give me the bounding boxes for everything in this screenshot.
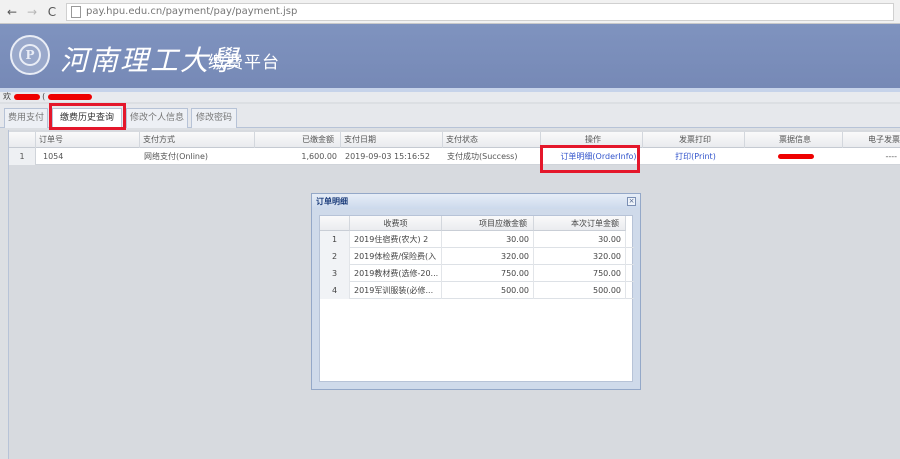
tab-edit-profile[interactable]: 修改个人信息 bbox=[126, 108, 188, 128]
header-efapiao[interactable]: 电子发票 bbox=[843, 132, 900, 148]
detail-due: 750.00 bbox=[442, 265, 534, 282]
detail-paid: 500.00 bbox=[534, 282, 626, 299]
back-icon[interactable]: ← bbox=[4, 4, 20, 20]
order-detail-table: 收费项 项目应缴金额 本次订单金额 1 2019住宿费(农大) 2 30.00 … bbox=[319, 215, 634, 382]
header-order-no[interactable]: 订单号 bbox=[36, 132, 140, 148]
university-seal-logo: P bbox=[10, 35, 50, 75]
order-detail-dialog: 订单明细 × 收费项 项目应缴金额 本次订单金额 1 2019住宿费(农大) 2… bbox=[311, 193, 641, 390]
tab-bar: 费用支付 缴费历史查询 修改个人信息 修改密码 bbox=[0, 104, 900, 129]
detail-index: 1 bbox=[320, 231, 350, 248]
close-icon[interactable]: × bbox=[627, 197, 636, 206]
table-row[interactable]: 4 2019军训服装(必修... 500.00 500.00 bbox=[320, 282, 634, 299]
redacted-receipt bbox=[777, 154, 814, 159]
tab-fee-payment[interactable]: 费用支付 bbox=[4, 108, 48, 128]
cell-efapiao: ---- bbox=[885, 152, 897, 161]
address-bar[interactable]: pay.hpu.edu.cn/payment/pay/payment.jsp bbox=[66, 2, 894, 21]
seal-inner: P bbox=[19, 44, 41, 66]
cell-receipt bbox=[745, 148, 843, 165]
page-icon bbox=[71, 5, 81, 18]
detail-index: 2 bbox=[320, 248, 350, 265]
table-row[interactable]: 2 2019体检费/保险费(入 320.00 320.00 bbox=[320, 248, 634, 265]
table-row[interactable]: 1 2019住宿费(农大) 2 30.00 30.00 bbox=[320, 231, 634, 248]
detail-index: 3 bbox=[320, 265, 350, 282]
detail-header-rownum bbox=[320, 216, 350, 231]
cell-pay-status: 支付成功(Success) bbox=[447, 152, 518, 161]
dialog-titlebar[interactable]: 订单明细 × bbox=[312, 194, 640, 209]
detail-due: 320.00 bbox=[442, 248, 534, 265]
detail-header-paid[interactable]: 本次订单金额 bbox=[534, 216, 626, 231]
table-row[interactable]: 3 2019教材费(选修-20... 750.00 750.00 bbox=[320, 265, 634, 282]
header-receipt[interactable]: 票据信息 bbox=[745, 132, 843, 148]
detail-item: 2019军训服装(必修... bbox=[350, 282, 442, 299]
header-pay-status[interactable]: 支付状态 bbox=[443, 132, 541, 148]
cell-amount: 1,600.00 bbox=[301, 152, 337, 161]
browser-toolbar: ← → C pay.hpu.edu.cn/payment/pay/payment… bbox=[0, 0, 900, 24]
reload-icon[interactable]: C bbox=[44, 4, 60, 20]
highlight-box-order-info bbox=[540, 145, 640, 173]
site-header: P 河南理工大學 缴费平台 bbox=[0, 24, 900, 88]
header-print[interactable]: 发票打印 bbox=[643, 132, 745, 148]
detail-item: 2019住宿费(农大) 2 bbox=[350, 231, 442, 248]
header-amount[interactable]: 已缴金额 bbox=[255, 132, 341, 148]
detail-index: 4 bbox=[320, 282, 350, 299]
welcome-line: 欢 ( bbox=[0, 92, 900, 102]
welcome-prefix: 欢 bbox=[3, 92, 11, 101]
detail-header-due[interactable]: 项目应缴金额 bbox=[442, 216, 534, 231]
redacted-username bbox=[13, 93, 40, 100]
cell-order-no: 1054 bbox=[43, 152, 64, 161]
dialog-title: 订单明细 bbox=[316, 197, 348, 206]
grid-header: 订单号 支付方式 已缴金额 支付日期 支付状态 操作 发票打印 票据信息 电子发… bbox=[9, 132, 900, 148]
detail-item: 2019体检费/保险费(入 bbox=[350, 248, 442, 265]
detail-paid: 320.00 bbox=[534, 248, 626, 265]
header-pay-date[interactable]: 支付日期 bbox=[341, 132, 443, 148]
cell-pay-method: 网络支付(Online) bbox=[144, 152, 209, 161]
highlight-box-history-tab bbox=[49, 103, 126, 130]
forward-icon[interactable]: → bbox=[24, 4, 40, 20]
tab-change-password[interactable]: 修改密码 bbox=[191, 108, 237, 128]
header-rownum bbox=[9, 132, 36, 148]
detail-paid: 750.00 bbox=[534, 265, 626, 282]
cell-pay-date: 2019-09-03 15:16:52 bbox=[345, 152, 430, 161]
redacted-userid bbox=[47, 93, 92, 100]
detail-item: 2019教材费(选修-20... bbox=[350, 265, 442, 282]
detail-due: 500.00 bbox=[442, 282, 534, 299]
header-pay-method[interactable]: 支付方式 bbox=[140, 132, 255, 148]
platform-title: 缴费平台 bbox=[208, 53, 280, 73]
welcome-paren: ( bbox=[42, 92, 46, 101]
table-row[interactable]: 1 1054 网络支付(Online) 1,600.00 2019-09-03 … bbox=[9, 148, 900, 165]
row-index: 1 bbox=[9, 148, 36, 165]
detail-paid: 30.00 bbox=[534, 231, 626, 248]
print-link[interactable]: 打印(Print) bbox=[643, 148, 745, 165]
detail-due: 30.00 bbox=[442, 231, 534, 248]
detail-header-item[interactable]: 收费项 bbox=[350, 216, 442, 231]
url-text: pay.hpu.edu.cn/payment/pay/payment.jsp bbox=[86, 6, 298, 17]
